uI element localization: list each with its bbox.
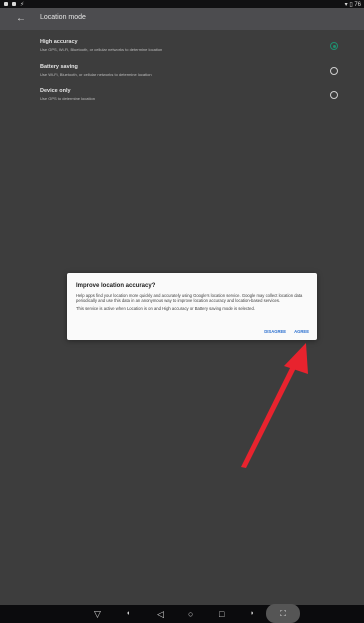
- radio-button[interactable]: [330, 67, 338, 75]
- hide-nav-icon[interactable]: ▽: [94, 608, 101, 620]
- page-title: Location mode: [40, 14, 86, 21]
- dialog-actions: DISAGREE AGREE: [264, 329, 309, 334]
- radio-button[interactable]: [330, 91, 338, 99]
- volume-down-icon[interactable]: ◖: [126, 608, 130, 620]
- app-bar: ← Location mode: [0, 8, 364, 30]
- dialog-body-paragraph: Help apps find your location more quickl…: [76, 293, 303, 304]
- agree-button[interactable]: AGREE: [294, 329, 309, 334]
- disagree-button[interactable]: DISAGREE: [264, 329, 286, 334]
- volume-up-icon[interactable]: ◗: [250, 608, 254, 620]
- option-high-accuracy[interactable]: High accuracy Use GPS, Wi-Fi, Bluetooth,…: [40, 39, 350, 63]
- arrow-back-icon[interactable]: ←: [16, 13, 26, 24]
- status-icons: ▾ ▯ 76: [344, 1, 361, 8]
- back-icon[interactable]: ◁: [157, 608, 164, 620]
- status-bar: ⚡ ▾ ▯ 76: [0, 0, 364, 8]
- navigation-bar: ▽ ◖ ◁ ○ □ ◗: [0, 605, 364, 623]
- option-label: High accuracy: [40, 39, 78, 45]
- option-desc: Use Wi-Fi, Bluetooth, or cellular networ…: [40, 72, 152, 77]
- option-battery-saving[interactable]: Battery saving Use Wi-Fi, Bluetooth, or …: [40, 64, 350, 88]
- option-device-only[interactable]: Device only Use GPS to determine locatio…: [40, 88, 350, 112]
- radio-button[interactable]: [330, 42, 338, 50]
- dialog-title: Improve location accuracy?: [76, 283, 156, 289]
- screenshot-button[interactable]: ⛶: [266, 604, 300, 623]
- option-label: Device only: [40, 88, 71, 94]
- notification-icon: [4, 2, 8, 6]
- option-desc: Use GPS, Wi-Fi, Bluetooth, or cellular n…: [40, 47, 163, 52]
- improve-location-dialog: Improve location accuracy? Help apps fin…: [67, 273, 317, 340]
- option-desc: Use GPS to determine location: [40, 96, 95, 101]
- recents-icon[interactable]: □: [219, 608, 224, 620]
- dialog-body-paragraph: This service is active when Location is …: [76, 305, 255, 311]
- option-label: Battery saving: [40, 64, 78, 70]
- home-icon[interactable]: ○: [188, 608, 193, 620]
- dialog-body: Help apps find your location more quickl…: [76, 293, 308, 313]
- bolt-icon: ⚡: [20, 1, 25, 8]
- notification-icon: [12, 2, 16, 6]
